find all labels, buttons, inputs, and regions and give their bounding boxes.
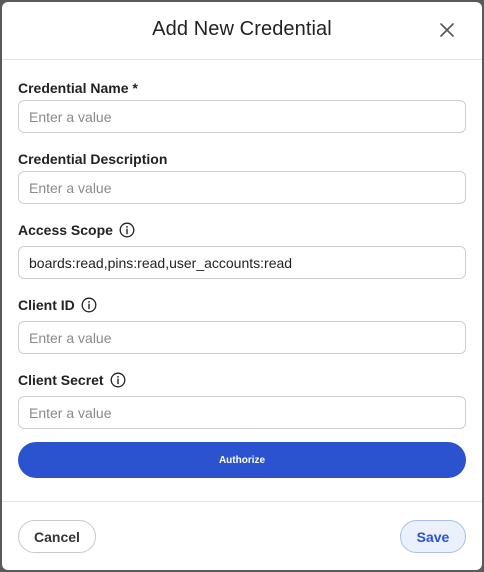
- close-icon[interactable]: [438, 21, 456, 39]
- add-credential-dialog: Add New Credential Credential Name * Cre…: [2, 2, 482, 570]
- client-id-input[interactable]: [18, 321, 466, 354]
- client-secret-label: Client Secret: [18, 372, 126, 388]
- info-icon[interactable]: [110, 372, 126, 388]
- credential-description-input[interactable]: [18, 171, 466, 204]
- credential-name-label-text: Credential Name *: [18, 80, 138, 96]
- credential-description-label: Credential Description: [18, 151, 167, 167]
- access-scope-label-text: Access Scope: [18, 222, 113, 238]
- dialog-footer: Cancel Save: [2, 501, 482, 570]
- credential-description-label-text: Credential Description: [18, 151, 168, 167]
- info-icon[interactable]: [119, 222, 135, 238]
- save-button[interactable]: Save: [400, 520, 466, 553]
- authorize-button[interactable]: Authorize: [18, 442, 466, 478]
- cancel-button[interactable]: Cancel: [18, 520, 96, 553]
- dialog-title: Add New Credential: [152, 18, 332, 40]
- credential-name-label: Credential Name *: [18, 80, 138, 96]
- credential-name-input[interactable]: [18, 100, 466, 133]
- access-scope-input[interactable]: [18, 246, 466, 279]
- access-scope-label: Access Scope: [18, 222, 135, 238]
- info-icon[interactable]: [81, 297, 97, 313]
- client-id-label: Client ID: [18, 297, 97, 313]
- dialog-header: Add New Credential: [2, 2, 482, 60]
- client-secret-label-text: Client Secret: [18, 372, 104, 388]
- client-secret-input[interactable]: [18, 396, 466, 429]
- client-id-label-text: Client ID: [18, 297, 75, 313]
